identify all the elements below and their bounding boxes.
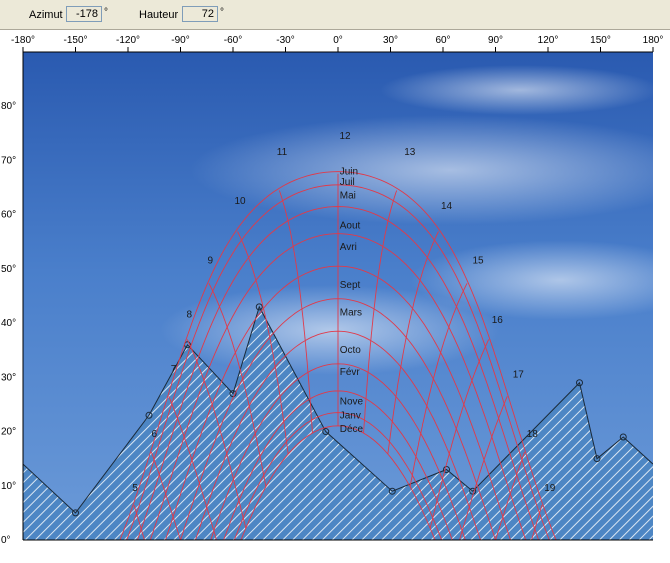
toolbar: Azimut -178 ° Hauteur 72 ° (0, 0, 670, 30)
x-tick-label: 150° (590, 35, 611, 46)
x-tick-label: 0° (333, 35, 343, 46)
x-tick-label: 60° (435, 35, 450, 46)
month-label: Octo (340, 345, 362, 356)
y-tick-label: 30° (1, 372, 16, 383)
x-tick-label: 120° (538, 35, 559, 46)
hauteur-label: Hauteur (139, 9, 179, 21)
y-tick-label: 0° (1, 535, 11, 546)
hour-label: 5 (132, 483, 138, 494)
hour-label: 14 (441, 201, 453, 212)
x-tick-label: 180° (643, 35, 664, 46)
month-label: Aout (340, 221, 361, 232)
y-tick-label: 60° (1, 210, 16, 221)
hour-label: 7 (171, 364, 177, 375)
y-tick-label: 80° (1, 101, 16, 112)
azimut-field[interactable]: -178 (66, 6, 102, 22)
hour-label: 19 (544, 483, 556, 494)
month-label: Juin (340, 166, 358, 177)
month-label: Mars (340, 307, 362, 318)
x-tick-label: -90° (171, 35, 189, 46)
month-label: Mai (340, 191, 356, 202)
month-label: Nove (340, 397, 364, 408)
hour-label: 9 (207, 255, 213, 266)
azimut-unit: ° (104, 7, 108, 18)
cloud (380, 65, 653, 115)
x-tick-label: -150° (63, 35, 87, 46)
x-tick-label: -60° (224, 35, 242, 46)
month-label: Avri (340, 242, 357, 253)
hour-label: 11 (277, 147, 288, 158)
month-label: Juil (340, 177, 355, 188)
month-label: Févr (340, 367, 361, 378)
y-tick-label: 50° (1, 264, 16, 275)
x-tick-label: -180° (11, 35, 35, 46)
x-tick-label: 30° (383, 35, 398, 46)
hauteur-unit: ° (220, 7, 224, 18)
hour-label: 13 (404, 147, 416, 158)
month-label: Déce (340, 424, 364, 435)
y-tick-label: 10° (1, 481, 16, 492)
month-label: Janv (340, 410, 361, 421)
hour-label: 8 (186, 310, 192, 321)
hour-label: 18 (527, 429, 539, 440)
azimut-label: Azimut (29, 9, 63, 21)
y-tick-label: 20° (1, 427, 16, 438)
x-tick-label: -30° (276, 35, 294, 46)
plot-area: 5 6 7 8 9 10 11 12 13 14 15 16 17 18 19 JuinJuil Mai Aout… (23, 52, 653, 540)
x-tick-label: -120° (116, 35, 140, 46)
hour-label: 12 (339, 131, 351, 142)
y-tick-label: 40° (1, 318, 16, 329)
y-tick-label: 70° (1, 155, 16, 166)
hour-label: 17 (513, 369, 525, 380)
hour-label: 15 (472, 255, 484, 266)
hour-label: 6 (151, 429, 157, 440)
hour-label: 10 (234, 196, 246, 207)
hour-label: 16 (492, 315, 504, 326)
x-tick-label: 90° (488, 35, 503, 46)
cloud (160, 285, 500, 375)
month-label: Sept (340, 280, 361, 291)
hauteur-field[interactable]: 72 (182, 6, 218, 22)
sun-path-chart[interactable]: -180° -150° -120° -90° -60° -30° 0° 30° 60° 90° 12… (0, 30, 670, 563)
